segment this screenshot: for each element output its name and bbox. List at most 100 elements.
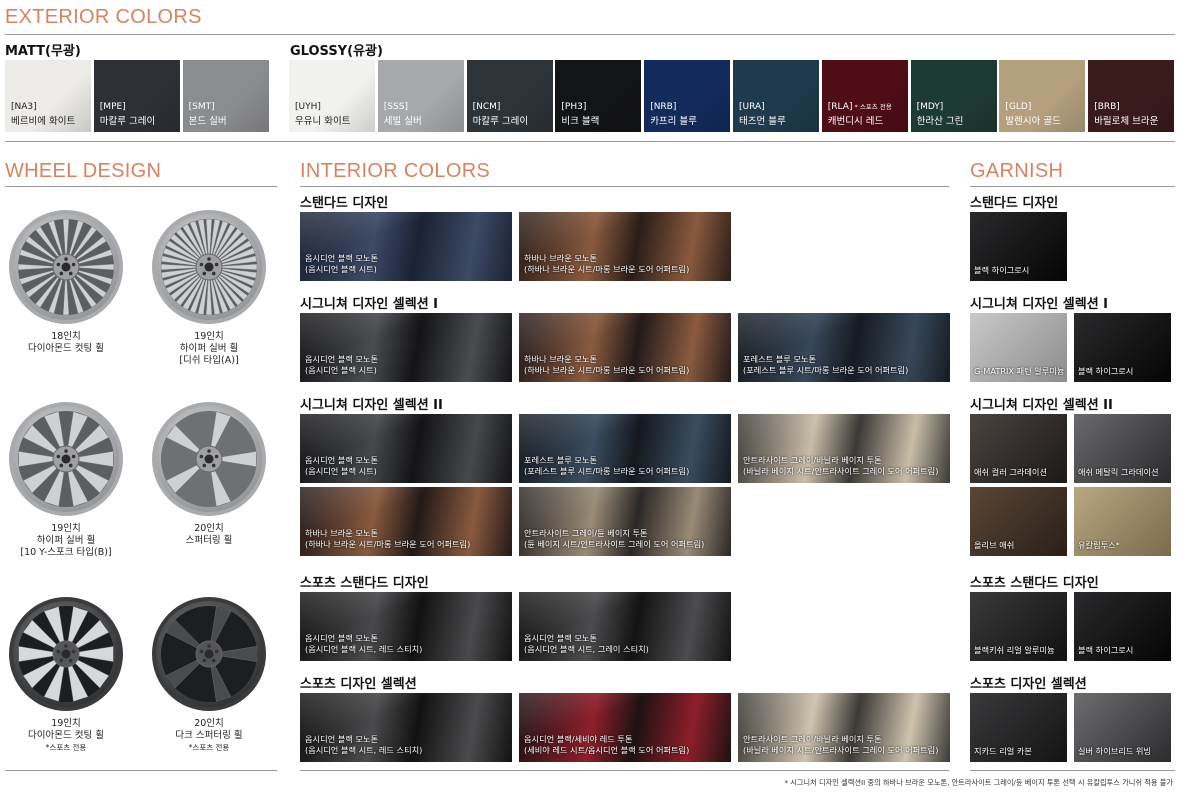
color-swatch[interactable]: [NA3] 베르비에 화이트: [5, 60, 91, 132]
interior-colors-title: INTERIOR COLORS: [300, 160, 491, 182]
wheel-caption: 18인치 다이아몬드 컷팅 휠: [0, 331, 136, 355]
interior-caption: 안트라사이트 그레이/듄 베이지 투톤 (듄 베이지 시트/안트라사이트 그레이 …: [524, 528, 727, 550]
interior-swatch[interactable]: 옵시디언 블랙 모노톤 (옵시디언 블랙 시트): [300, 212, 512, 281]
color-swatch[interactable]: [UYH] 우유니 화이트: [289, 60, 375, 132]
color-swatch[interactable]: [SMT] 본드 실버: [182, 60, 269, 132]
interior-caption-line: (하바나 브라운 시트/마롱 브라운 도어 어퍼트림): [305, 539, 471, 549]
color-name: 태즈먼 블루: [739, 116, 786, 127]
interior-caption-line: (듄 베이지 시트/안트라사이트 그레이 도어 어퍼트림): [524, 539, 705, 549]
color-name: 캐번디시 레드: [827, 116, 884, 127]
wheel-caption-line: 다크 스퍼터링 휠: [175, 730, 243, 741]
garnish-caption: 블랙 하이그로시: [1078, 645, 1134, 655]
garnish-swatch[interactable]: 블랙 하이그로시: [1074, 313, 1171, 382]
wheel-image: [9, 210, 123, 324]
exterior-divider: [5, 34, 1175, 35]
interior-swatch[interactable]: 포레스트 블루 모노톤 (포레스트 블루 시트/마롱 브라운 도어 어퍼트림): [519, 414, 731, 483]
garnish-swatch[interactable]: 블랙 하이그로시: [1074, 592, 1171, 661]
color-swatch[interactable]: [PH3] 비크 블랙: [555, 60, 642, 132]
interior-swatch[interactable]: 옵시디언 블랙/세비야 레드 투톤 (세비야 레드 시트/옵시디언 블랙 도어 어…: [519, 693, 731, 762]
color-swatch[interactable]: [MDY] 한라산 그린: [910, 60, 997, 132]
garnish-swatch[interactable]: 애쉬 컬러 그라데이션: [970, 414, 1067, 483]
color-code: [PH3]: [561, 102, 587, 112]
interior-caption-line: (옵시디언 블랙 시트): [305, 466, 377, 476]
interior-caption-line: 하바나 브라운 모노톤: [524, 253, 597, 263]
color-name: 발렌시아 골드: [1005, 116, 1061, 127]
garnish-swatch[interactable]: 블랙키쉬 리얼 알루미늄: [970, 592, 1067, 661]
interior-caption: 안트라사이트 그레이/바닐라 베이지 투톤 (바닐라 베이지 시트/안트라사이트 …: [743, 455, 946, 477]
interior-swatch[interactable]: 안트라사이트 그레이/바닐라 베이지 투톤 (바닐라 베이지 시트/안트라사이트 …: [738, 693, 950, 762]
wheel-caption-line: 20인치: [194, 523, 224, 534]
garnish-swatch[interactable]: G-MATRIX 패턴 알루미늄: [970, 313, 1067, 382]
garnish-caption: 블랙 하이그로시: [1078, 366, 1134, 376]
garnish-swatch[interactable]: 블랙 하이그로시: [970, 212, 1067, 281]
wheel-image: [9, 597, 123, 711]
color-swatch[interactable]: [MPE] 마칼루 그레이: [93, 60, 180, 132]
color-name: 비크 블랙: [561, 116, 600, 127]
color-code: [NCM]: [472, 102, 501, 112]
interior-caption: 옵시디언 블랙 모노톤 (옵시디언 블랙 시트, 레드 스티치): [305, 633, 508, 655]
wheel-caption: 19인치 하이퍼 실버 휠 [디쉬 타입(A)]: [139, 331, 279, 367]
wheel-caption: 19인치 하이퍼 실버 휠 [10 Y-스포크 타입(B)]: [0, 523, 136, 559]
interior-caption-line: (포레스트 블루 시트/마롱 브라운 도어 어퍼트림): [524, 466, 690, 476]
color-name: 한라산 그린: [916, 116, 964, 127]
interior-caption: 하바나 브라운 모노톤 (하바나 브라운 시트/마롱 브라운 도어 어퍼트림): [305, 528, 508, 550]
interior-swatch[interactable]: 포레스트 블루 모노톤 (포레스트 블루 시트/마롱 브라운 도어 어퍼트림): [738, 313, 950, 382]
garnish-swatch[interactable]: 애쉬 메탈릭 그라데이션: [1074, 414, 1171, 483]
color-swatch[interactable]: [SSS] 세빌 실버: [377, 60, 464, 132]
interior-group-title: 스포츠 스탠다드 디자인: [300, 576, 429, 591]
color-swatch[interactable]: [NCM] 마칼루 그레이: [466, 60, 553, 132]
garnish-caption: 애쉬 메탈릭 그라데이션: [1078, 467, 1159, 477]
garnish-divider: [970, 186, 1175, 187]
interior-caption: 옵시디언 블랙 모노톤 (옵시디언 블랙 시트): [305, 253, 508, 275]
color-code: [URA]: [739, 102, 765, 112]
interior-swatch[interactable]: 옵시디언 블랙 모노톤 (옵시디언 블랙 시트): [300, 414, 512, 483]
color-swatch[interactable]: [GLD] 발렌시아 골드: [999, 60, 1086, 132]
wheel-image: [152, 210, 266, 324]
interior-swatch[interactable]: 안트라사이트 그레이/듄 베이지 투톤 (듄 베이지 시트/안트라사이트 그레이 …: [519, 487, 731, 556]
color-code: [SSS]: [383, 102, 408, 112]
interior-caption-line: 옵시디언 블랙 모노톤: [305, 354, 378, 364]
wheel-note: *스포츠 전용: [45, 743, 87, 752]
interior-caption-line: (하바나 브라운 시트/마롱 브라운 도어 어퍼트림): [524, 365, 690, 375]
interior-swatch[interactable]: 옵시디언 블랙 모노톤 (옵시디언 블랙 시트): [300, 313, 512, 382]
color-swatch[interactable]: [BRB] 바릴로체 브라운: [1088, 60, 1175, 132]
garnish-swatch[interactable]: 유칼립투스*: [1074, 487, 1171, 556]
interior-swatch[interactable]: 하바나 브라운 모노톤 (하바나 브라운 시트/마롱 브라운 도어 어퍼트림): [519, 212, 731, 281]
interior-swatch[interactable]: 하바나 브라운 모노톤 (하바나 브라운 시트/마롱 브라운 도어 어퍼트림): [300, 487, 512, 556]
interior-bottom-divider: [300, 770, 949, 771]
interior-caption-line: 옵시디언 블랙 모노톤: [305, 734, 378, 744]
color-code: [UYH]: [295, 102, 321, 112]
color-code: [SMT]: [188, 102, 215, 112]
wheel-divider: [5, 186, 277, 187]
interior-caption-line: (바닐라 베이지 시트/안트라사이트 그레이 도어 어퍼트림): [743, 745, 939, 755]
garnish-swatch[interactable]: 올리브 애쉬: [970, 487, 1067, 556]
interior-swatch[interactable]: 안트라사이트 그레이/바닐라 베이지 투톤 (바닐라 베이지 시트/안트라사이트 …: [738, 414, 950, 483]
garnish-group-title: 스탠다드 디자인: [970, 196, 1059, 211]
interior-swatch[interactable]: 하바나 브라운 모노톤 (하바나 브라운 시트/마롱 브라운 도어 어퍼트림): [519, 313, 731, 382]
interior-caption-line: 포레스트 블루 모노톤: [524, 455, 597, 465]
interior-swatch[interactable]: 옵시디언 블랙 모노톤 (옵시디언 블랙 시트, 레드 스티치): [300, 693, 512, 762]
interior-caption: 옵시디언 블랙 모노톤 (옵시디언 블랙 시트): [305, 354, 508, 376]
wheel-bottom-divider: [5, 770, 277, 771]
interior-caption-line: 포레스트 블루 모노톤: [743, 354, 816, 364]
color-swatch[interactable]: [RLA] * 스포츠 전용캐번디시 레드: [821, 60, 908, 132]
interior-caption-line: (옵시디언 블랙 시트, 레드 스티치): [305, 745, 423, 755]
wheel-caption: 19인치 다이아몬드 컷팅 휠 *스포츠 전용: [0, 718, 136, 754]
interior-swatch[interactable]: 옵시디언 블랙 모노톤 (옵시디언 블랙 시트, 레드 스티치): [300, 592, 512, 661]
wheel-design-title: WHEEL DESIGN: [5, 160, 162, 182]
color-code-row: [RLA] * 스포츠 전용: [828, 102, 892, 113]
garnish-swatch[interactable]: 지카드 리얼 카본: [970, 693, 1067, 762]
interior-swatch[interactable]: 옵시디언 블랙 모노톤 (옵시디언 블랙 시트, 그레이 스티치): [519, 592, 731, 661]
garnish-caption: 애쉬 컬러 그라데이션: [974, 467, 1047, 477]
garnish-swatch[interactable]: 실버 하이브리드 위빙: [1074, 693, 1171, 762]
interior-caption: 옵시디언 블랙/세비야 레드 투톤 (세비야 레드 시트/옵시디언 블랙 도어 어…: [524, 734, 727, 756]
interior-caption-line: 옵시디언 블랙 모노톤: [305, 455, 378, 465]
garnish-group-title: 스포츠 스탠다드 디자인: [970, 576, 1099, 591]
garnish-group-title: 시그니쳐 디자인 셀렉션 I: [970, 297, 1109, 312]
interior-caption-line: (옵시디언 블랙 시트, 레드 스티치): [305, 644, 423, 654]
color-swatch[interactable]: [NRB] 카프리 블루: [644, 60, 731, 132]
color-swatch[interactable]: [URA] 태즈먼 블루: [733, 60, 819, 132]
color-name: 카프리 블루: [650, 116, 697, 127]
interior-group-title: 시그니쳐 디자인 셀렉션 I: [300, 297, 439, 312]
wheel-image: [9, 402, 123, 516]
